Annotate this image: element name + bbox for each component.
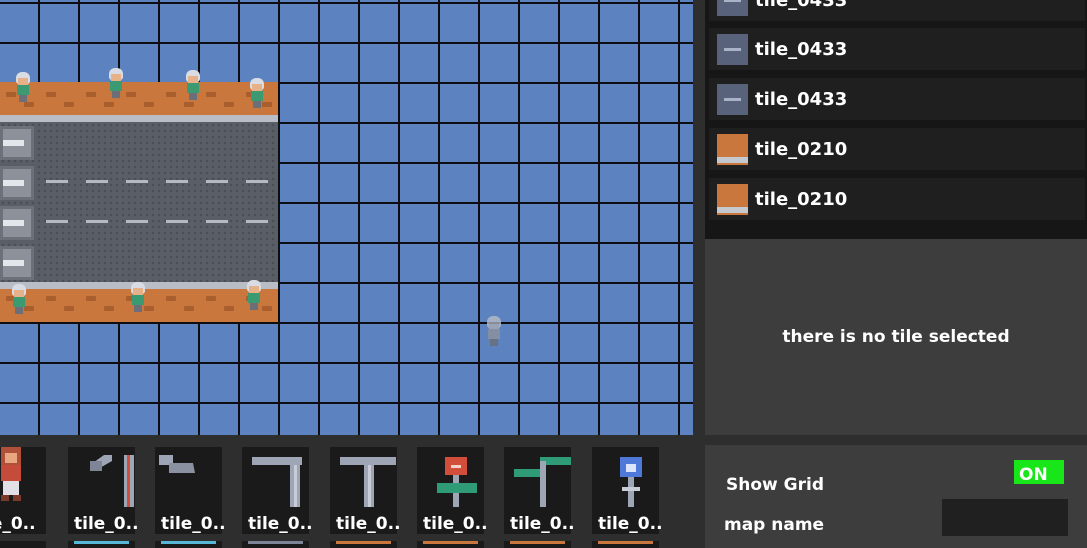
tile-list[interactable]: tile_0433 tile_0433 tile_0433 tile_0210 … xyxy=(705,0,1087,229)
palette-item-label: tile_0.. xyxy=(423,514,488,534)
lamp-head-icon xyxy=(159,455,195,473)
list-item-label: tile_0433 xyxy=(755,38,848,60)
map-name-input[interactable] xyxy=(942,499,1068,536)
character-icon xyxy=(1,447,21,501)
street-lamp-icon xyxy=(90,455,134,507)
lane-marking xyxy=(86,220,108,223)
dash-tile-icon xyxy=(717,33,748,65)
palette-item[interactable] xyxy=(155,541,222,548)
palette-item-label: le_0.. xyxy=(0,514,36,534)
palette-item[interactable] xyxy=(504,541,571,548)
lane-marking xyxy=(166,220,188,223)
sidewalk-top xyxy=(0,82,278,122)
palette-item-label: tile_0.. xyxy=(510,514,575,534)
show-grid-toggle[interactable]: ON xyxy=(1014,460,1064,485)
palette-item-label: tile_0.. xyxy=(336,514,401,534)
palette-item[interactable]: tile_0.. xyxy=(330,447,401,534)
list-item-label: tile_0210 xyxy=(755,188,848,210)
show-grid-label: Show Grid xyxy=(726,475,824,495)
palette-item[interactable]: tile_0.. xyxy=(504,447,575,534)
dash-tile-icon xyxy=(717,0,748,16)
road-curb xyxy=(0,166,34,200)
pedestrian-sprite xyxy=(12,72,34,102)
map-canvas[interactable] xyxy=(0,0,693,435)
lane-marking xyxy=(126,180,148,183)
t-pole-icon xyxy=(340,457,396,507)
sidewalk-tile-icon xyxy=(717,133,748,165)
lane-marking xyxy=(246,180,268,183)
palette-item[interactable]: tile_0.. xyxy=(155,447,226,534)
ghost-pedestrian-sprite xyxy=(483,316,505,346)
road-curb xyxy=(0,246,34,280)
pedestrian-sprite xyxy=(127,282,149,312)
lane-marking xyxy=(46,180,68,183)
palette-item[interactable]: tile_0.. xyxy=(242,447,313,534)
tile-palette[interactable]: le_0.. tile_0.. tile_0.. tile_0.. xyxy=(0,435,693,548)
map-name-label: map name xyxy=(724,515,825,535)
no-selection-message: there is no tile selected xyxy=(782,326,1010,347)
list-item[interactable]: tile_0433 xyxy=(709,78,1085,120)
list-item[interactable]: tile_0210 xyxy=(709,178,1085,220)
palette-item[interactable] xyxy=(242,541,309,548)
pedestrian-sprite xyxy=(105,68,127,98)
list-item-label: tile_0433 xyxy=(755,88,848,110)
palette-item[interactable]: tile_0.. xyxy=(68,447,139,534)
list-item[interactable]: tile_0210 xyxy=(709,128,1085,170)
road-curb xyxy=(0,206,34,240)
lane-marking xyxy=(246,220,268,223)
palette-item-label: tile_0.. xyxy=(161,514,226,534)
pipe-corner-icon xyxy=(252,457,302,507)
palette-item-label: tile_0.. xyxy=(74,514,139,534)
sidewalk-tile-icon xyxy=(717,183,748,215)
lane-marking xyxy=(86,180,108,183)
list-item-label: tile_0433 xyxy=(755,0,848,11)
tile-list-edge xyxy=(705,229,1087,239)
palette-item[interactable] xyxy=(68,541,135,548)
palette-item-label: tile_0.. xyxy=(248,514,313,534)
lane-marking xyxy=(206,180,228,183)
road-asphalt xyxy=(0,122,278,282)
tile-info-panel: there is no tile selected xyxy=(705,239,1087,435)
lane-marking xyxy=(126,220,148,223)
list-item[interactable]: tile_0433 xyxy=(709,28,1085,70)
pedestrian-sprite xyxy=(8,284,30,314)
dash-tile-icon xyxy=(717,83,748,115)
lane-marking xyxy=(206,220,228,223)
sign-blue-icon xyxy=(620,457,642,507)
pedestrian-sprite xyxy=(182,70,204,100)
lane-marking xyxy=(46,220,68,223)
palette-item[interactable]: tile_0.. xyxy=(417,447,488,534)
palette-item[interactable] xyxy=(417,541,484,548)
palette-item[interactable] xyxy=(0,541,46,548)
sign-red-icon xyxy=(437,457,477,507)
palette-item[interactable]: le_0.. xyxy=(0,447,46,534)
pedestrian-sprite xyxy=(243,280,265,310)
palette-item[interactable] xyxy=(330,541,397,548)
settings-panel: Show Grid ON map name xyxy=(705,445,1087,548)
list-item-label: tile_0210 xyxy=(755,138,848,160)
palette-item[interactable] xyxy=(592,541,659,548)
palette-item[interactable]: tile_0.. xyxy=(592,447,663,534)
signpost-icon xyxy=(514,457,571,507)
road-curb xyxy=(0,126,34,160)
lane-marking xyxy=(166,180,188,183)
list-item[interactable]: tile_0433 xyxy=(709,0,1085,21)
palette-item-label: tile_0.. xyxy=(598,514,663,534)
pedestrian-sprite xyxy=(246,78,268,108)
